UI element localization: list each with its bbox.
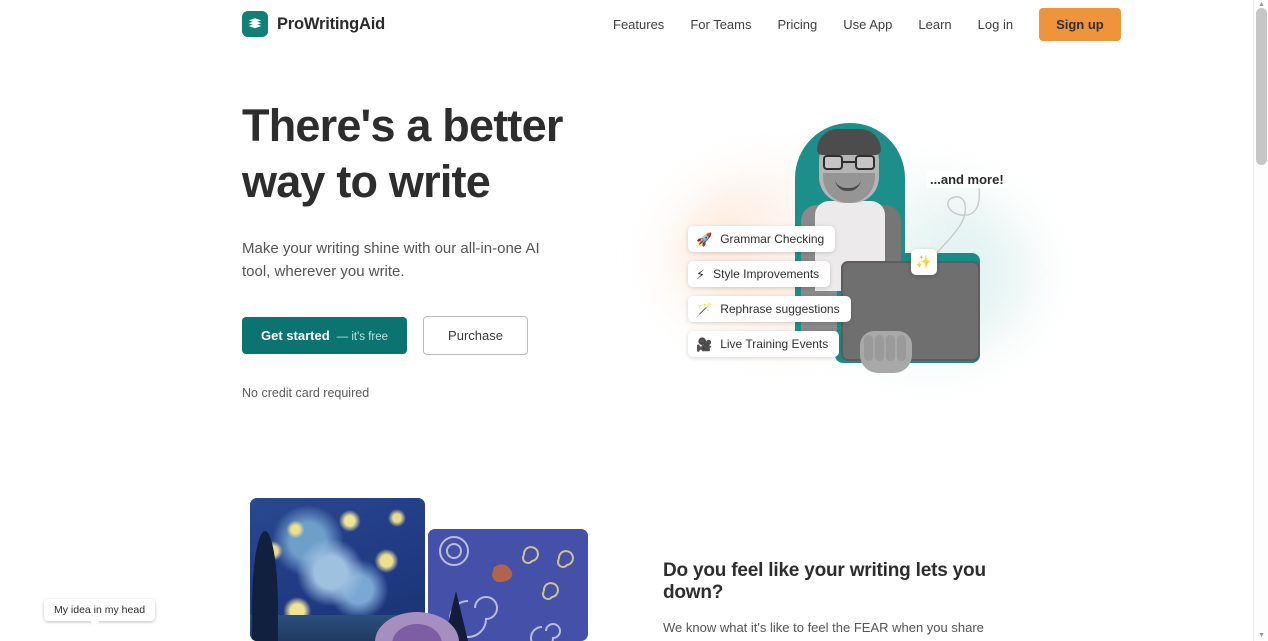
starry-night-cypress: [252, 531, 278, 641]
feature-chip-grammar-checking: 🚀 Grammar Checking: [688, 226, 836, 252]
sparkles-icon: ✨: [911, 249, 937, 275]
person-hair: [817, 129, 881, 155]
get-started-note: — it's free: [336, 331, 389, 343]
feature-chip-rephrase-suggestions: 🪄 Rephrase suggestions: [688, 296, 851, 322]
feature-chip-style-improvements: ⚡ Style Improvements: [688, 261, 831, 287]
hero-copy: There's a better way to write Make your …: [242, 98, 642, 400]
finger: [886, 335, 895, 361]
book-logo-icon: [242, 11, 268, 37]
feature-chip-label: Style Improvements: [713, 267, 820, 281]
nav-link-pricing[interactable]: Pricing: [764, 11, 830, 38]
art-caption-tail: [90, 620, 100, 628]
feature-chip-live-training-events: 🎥 Live Training Events: [688, 331, 840, 357]
glasses-icon: [823, 155, 875, 170]
and-more-label: ...and more!: [927, 171, 1007, 188]
hero-cta-row: Get started — it's free Purchase: [242, 316, 642, 355]
nav-link-features[interactable]: Features: [600, 11, 677, 38]
child-sketch-icon: [439, 536, 574, 641]
lower-section-heading: Do you feel like your writing lets you d…: [663, 560, 986, 603]
nav-link-use-app[interactable]: Use App: [830, 11, 905, 38]
logo[interactable]: ProWritingAid: [242, 11, 385, 37]
get-started-label: Get started: [261, 328, 330, 343]
hero-title-line-1: There's a better: [242, 100, 563, 151]
get-started-button[interactable]: Get started — it's free: [242, 317, 408, 354]
movie-camera-icon: 🎥: [696, 336, 713, 352]
scroll-up-arrow-icon[interactable]: ▲: [1257, 1, 1266, 8]
lower-section-copy: Do you feel like your writing lets you d…: [663, 560, 1028, 641]
lightning-icon: ⚡: [696, 266, 706, 282]
finger: [875, 335, 884, 361]
glasses-lens-left: [823, 155, 843, 170]
site-header: ProWritingAid Features For Teams Pricing…: [0, 0, 1253, 48]
hero-subtitle: Make your writing shine with our all-in-…: [242, 239, 540, 280]
logo-text: ProWritingAid: [277, 14, 386, 33]
scroll-down-arrow-icon[interactable]: ▼: [1257, 632, 1266, 639]
sign-up-button[interactable]: Sign up: [1039, 7, 1121, 41]
art-caption: My idea in my head: [44, 599, 156, 621]
finger: [897, 335, 906, 361]
and-more-callout: ...and more!: [926, 171, 1007, 266]
nav-link-for-teams[interactable]: For Teams: [677, 11, 764, 38]
page-title: There's a better way to write: [242, 98, 642, 211]
rocket-icon: 🚀: [696, 231, 713, 247]
hero-illustration: 🚀 Grammar Checking ⚡ Style Improvements …: [655, 85, 1055, 395]
lower-section-paragraph: We know what it's like to feel the FEAR …: [663, 620, 984, 635]
nav-link-learn[interactable]: Learn: [905, 11, 964, 38]
purchase-button[interactable]: Purchase: [423, 316, 528, 355]
feature-chip-label: Grammar Checking: [720, 232, 825, 246]
finger: [864, 335, 873, 361]
feature-chip-label: Rephrase suggestions: [720, 302, 840, 316]
sketch-drawing-panel: [428, 529, 588, 641]
page-scrollbar[interactable]: ▲ ▼: [1253, 0, 1268, 641]
no-credit-card-note: No credit card required: [242, 386, 370, 400]
magic-wand-icon: 🪄: [696, 301, 713, 317]
hero-title-line-2: way to write: [242, 156, 491, 208]
page-root: ProWritingAid Features For Teams Pricing…: [0, 0, 1268, 641]
scrollbar-thumb[interactable]: [1256, 8, 1267, 165]
glasses-bridge: [843, 161, 855, 163]
glasses-lens-right: [855, 155, 875, 170]
feature-chip-list: 🚀 Grammar Checking ⚡ Style Improvements …: [688, 226, 851, 357]
person-hand: [860, 331, 912, 373]
nav-link-log-in[interactable]: Log in: [965, 11, 1026, 38]
feature-chip-label: Live Training Events: [720, 337, 829, 351]
primary-navigation: Features For Teams Pricing Use App Learn…: [600, 0, 1121, 48]
